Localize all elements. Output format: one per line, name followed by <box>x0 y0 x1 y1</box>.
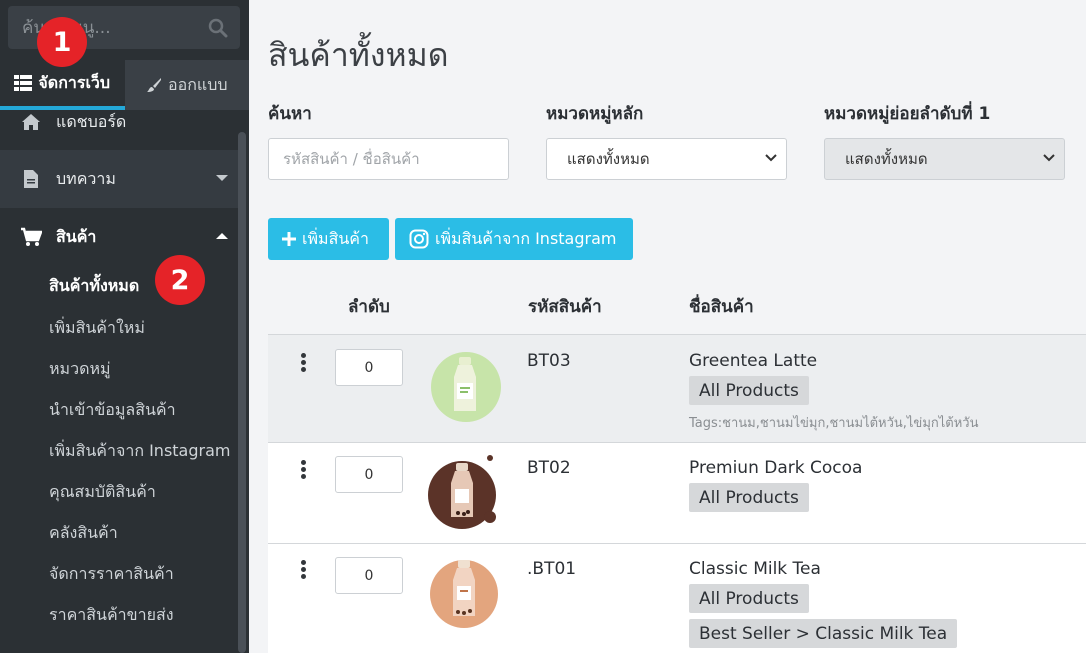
sidebar-item-dashboard-label: แดชบอร์ด <box>56 111 127 131</box>
sidebar-item-product[interactable]: สินค้า <box>0 208 238 266</box>
order-input[interactable] <box>335 349 403 386</box>
file-icon <box>20 168 42 190</box>
product-name[interactable]: Premiun Dark Cocoa <box>689 458 862 478</box>
page-title: สินค้าทั้งหมด <box>268 36 449 74</box>
category-tag[interactable]: All Products <box>689 483 809 512</box>
row-menu-icon[interactable] <box>301 353 307 374</box>
sidebar-subitem-inventory[interactable]: คลังสินค้า <box>49 521 118 546</box>
sidebar-subitem-add-from-instagram[interactable]: เพิ่มสินค้าจาก Instagram <box>49 439 230 464</box>
category-tag[interactable]: All Products <box>689 584 809 613</box>
table-icon <box>14 75 33 91</box>
instagram-icon <box>409 229 429 249</box>
row-menu-icon[interactable] <box>301 460 307 481</box>
table-row[interactable]: .BT01 Classic Milk Tea All Products Best… <box>268 543 1086 653</box>
category-select-value: แสดงทั้งหมด <box>567 150 650 168</box>
product-code: .BT01 <box>527 559 577 579</box>
search-icon[interactable] <box>208 18 228 38</box>
column-header-order[interactable]: ลำดับ <box>348 293 390 320</box>
category-tag[interactable]: All Products <box>689 376 809 405</box>
step-badge-2: 2 <box>155 255 205 305</box>
product-name[interactable]: Greentea Latte <box>689 351 817 371</box>
subcategory-select-value: แสดงทั้งหมด <box>845 150 928 168</box>
plus-icon <box>282 232 296 246</box>
sidebar-subitem-add-new-product[interactable]: เพิ่มสินค้าใหม่ <box>49 316 145 341</box>
sidebar-subitem-price-management[interactable]: จัดการราคาสินค้า <box>49 562 174 587</box>
product-thumbnail[interactable] <box>428 556 504 632</box>
product-code: BT02 <box>527 458 571 478</box>
category-label: หมวดหมู่หลัก <box>546 104 644 124</box>
sidebar-item-dashboard[interactable]: แดชบอร์ด <box>0 94 238 150</box>
order-input[interactable] <box>335 456 403 493</box>
sidebar-subitem-categories[interactable]: หมวดหมู่ <box>49 357 111 382</box>
add-from-instagram-button[interactable]: เพิ่มสินค้าจาก Instagram <box>395 218 633 260</box>
add-product-label: เพิ่มสินค้า <box>302 228 369 248</box>
category-select[interactable]: แสดงทั้งหมด <box>546 138 787 180</box>
sidebar-item-product-label: สินค้า <box>56 226 97 246</box>
column-header-name[interactable]: ชื่อสินค้า <box>689 293 754 320</box>
product-code: BT03 <box>527 351 571 371</box>
product-thumbnail[interactable] <box>428 349 504 425</box>
order-input[interactable] <box>335 557 403 594</box>
sidebar-item-article[interactable]: บทความ <box>0 150 238 208</box>
table-row[interactable]: BT02 Premiun Dark Cocoa All Products <box>268 442 1086 543</box>
sidebar-item-article-label: บทความ <box>56 168 116 188</box>
sidebar: จัดการเว็บ ออกแบบ 1 แดชบอร์ด บทความ สินค… <box>0 0 249 653</box>
home-icon <box>20 111 42 133</box>
step-badge-1: 1 <box>37 17 87 67</box>
row-menu-icon[interactable] <box>301 560 307 581</box>
sidebar-subitem-import-products[interactable]: นำเข้าข้อมูลสินค้า <box>49 398 176 423</box>
paint-brush-icon <box>146 78 161 92</box>
tab-manage-web-label: จัดการเว็บ <box>38 72 111 92</box>
subcategory-select[interactable]: แสดงทั้งหมด <box>824 138 1065 180</box>
add-from-instagram-label: เพิ่มสินค้าจาก Instagram <box>435 228 617 248</box>
table-row[interactable]: BT03 Greentea Latte All Products Tags:ชา… <box>268 334 1086 442</box>
chevron-down-icon <box>1043 154 1055 162</box>
shopping-cart-icon <box>20 226 42 248</box>
sidebar-scrollbar[interactable] <box>238 132 246 653</box>
add-product-button[interactable]: เพิ่มสินค้า <box>268 218 389 260</box>
product-thumbnail[interactable] <box>428 455 504 531</box>
caret-down-icon <box>216 175 228 181</box>
product-tags: Tags:ชานม,ชานมไข่มุก,ชานมไต้หวัน,ไข่มุกไ… <box>689 416 979 431</box>
sidebar-subitem-all-products[interactable]: สินค้าทั้งหมด <box>49 274 139 299</box>
caret-up-icon <box>216 233 228 239</box>
column-header-code[interactable]: รหัสสินค้า <box>528 293 602 320</box>
sidebar-subitem-wholesale-price[interactable]: ราคาสินค้าขายส่ง <box>49 603 174 628</box>
product-name[interactable]: Classic Milk Tea <box>689 559 821 579</box>
search-label: ค้นหา <box>268 104 312 124</box>
main-content: สินค้าทั้งหมด ค้นหา หมวดหมู่หลัก หมวดหมู… <box>249 0 1086 653</box>
subcategory-label: หมวดหมู่ย่อยลำดับที่ 1 <box>824 104 991 124</box>
category-tag[interactable]: Best Seller > Classic Milk Tea <box>689 619 958 648</box>
sidebar-subitem-product-attributes[interactable]: คุณสมบัติสินค้า <box>49 480 156 505</box>
product-search-input[interactable] <box>268 138 509 180</box>
chevron-down-icon <box>765 154 777 162</box>
